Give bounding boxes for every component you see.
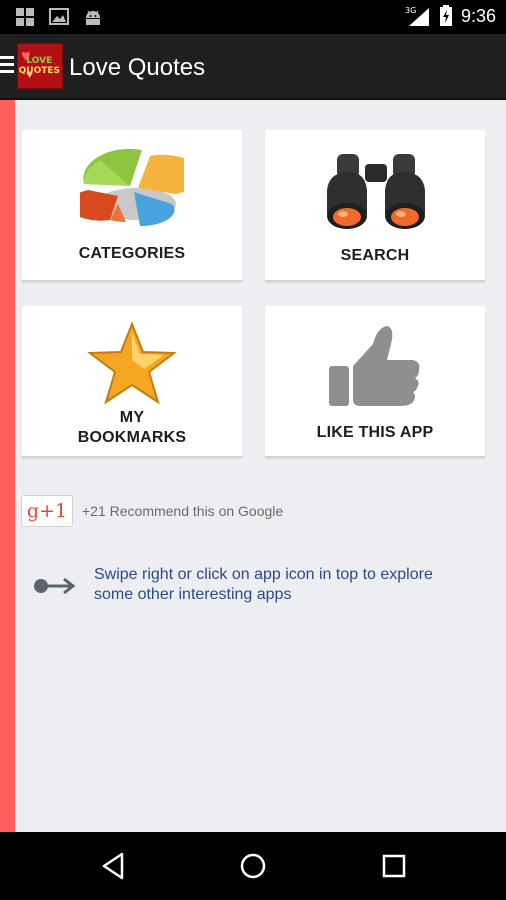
action-bar: ♥ ♥ LOVE QUOTES Love Quotes <box>0 34 506 100</box>
swipe-hint: Swipe right or click on app icon in top … <box>32 565 474 605</box>
photo-grid-icon <box>16 8 34 26</box>
bookmarks-tile[interactable]: MY BOOKMARKS <box>22 306 242 458</box>
categories-label: CATEGORIES <box>78 245 186 262</box>
star-icon <box>87 321 177 405</box>
svg-text:3G: 3G <box>405 6 416 15</box>
binoculars-icon <box>327 154 425 229</box>
pie-chart-icon <box>80 148 184 227</box>
back-icon[interactable] <box>98 850 130 882</box>
image-icon <box>49 8 69 25</box>
bookmarks-label: MY BOOKMARKS <box>77 409 187 446</box>
logo-text: LOVE QUOTES <box>18 56 60 76</box>
categories-tile[interactable]: CATEGORIES <box>22 130 242 282</box>
clock: 9:36 <box>460 5 496 26</box>
recents-icon[interactable] <box>378 850 410 882</box>
battery-charging-icon <box>439 5 452 26</box>
status-bar: 3G 9:36 <box>0 0 506 34</box>
like-app-label: LIKE THIS APP <box>316 424 434 441</box>
swipe-hint-text: Swipe right or click on app icon in top … <box>94 566 433 603</box>
navigation-bar <box>0 832 506 900</box>
search-tile[interactable]: SEARCH <box>265 130 485 282</box>
gplus-recommend-text: +21 Recommend this on Google <box>82 503 284 519</box>
hamburger-icon[interactable] <box>0 56 14 76</box>
gplus-button[interactable]: g+1 <box>21 495 73 527</box>
thumbs-up-icon <box>329 326 420 406</box>
signal-icon: 3G <box>405 6 429 26</box>
home-icon[interactable] <box>237 850 269 882</box>
app-logo[interactable]: ♥ ♥ LOVE QUOTES <box>17 43 63 89</box>
drawer-edge[interactable] <box>0 100 15 832</box>
app-title: Love Quotes <box>69 54 206 81</box>
swipe-arrow-icon <box>34 577 76 595</box>
main-content: CATEGORIES SEARCH MY BOOKMARKS LIKE THIS… <box>0 100 506 832</box>
gplus-row: g+1 +21 Recommend this on Google <box>21 495 283 527</box>
like-app-tile[interactable]: LIKE THIS APP <box>265 306 485 458</box>
search-label: SEARCH <box>340 247 410 264</box>
android-icon <box>86 10 100 25</box>
